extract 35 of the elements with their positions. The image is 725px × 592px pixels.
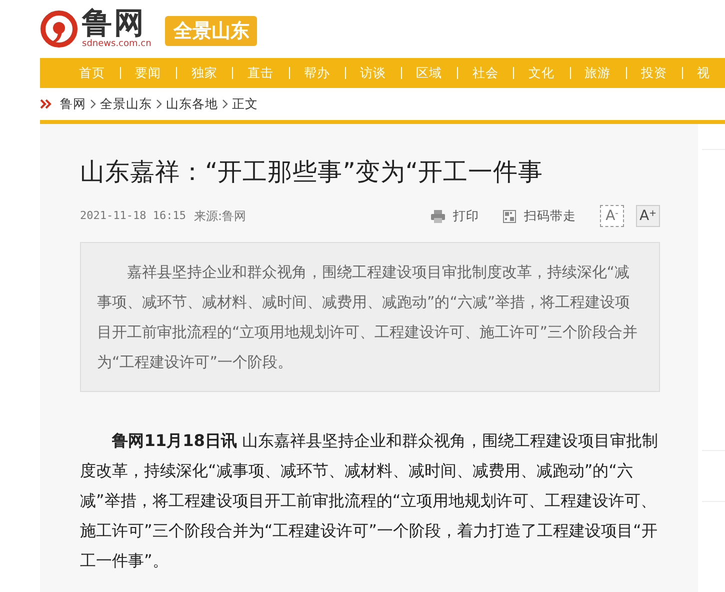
- nav-link[interactable]: 区域: [401, 58, 458, 88]
- summary-text: 嘉祥县坚持企业和群众视角，围绕工程建设项目审批制度改革，持续深化“减事项、减环节、减材料、减时间、减费用、减跑动”的“六减”举措，将工程建设项目开工前审批流程的“立项用地规划许可、工程建设许可、施工许可”三个阶段合并为“工程建设许可”一个阶段。: [80, 242, 660, 392]
- chevron-right-icon: [222, 99, 228, 109]
- nav-link[interactable]: 首页: [64, 58, 120, 88]
- printer-icon: [431, 210, 445, 222]
- nav-link[interactable]: 访谈: [344, 58, 401, 88]
- qr-code-icon: [503, 210, 516, 222]
- chevron-right-icon: [90, 99, 96, 109]
- breadcrumb-current: 正文: [232, 94, 258, 113]
- tool-link[interactable]: 打印: [453, 206, 479, 226]
- publish-date: 2021-11-18 16:15: [80, 208, 186, 224]
- logo-icon: [40, 10, 78, 48]
- nav-link[interactable]: 文化: [514, 58, 570, 88]
- increase-font-button[interactable]: A$^{+}$: [636, 205, 660, 227]
- decrease-font-button[interactable]: A$^{-}$: [600, 205, 624, 227]
- logo-text: 鲁网: [82, 9, 146, 39]
- source-label: 来源:鲁网: [194, 208, 246, 225]
- nav-link[interactable]: 帮办: [288, 58, 345, 88]
- breadcrumb-link[interactable]: 山东各地: [166, 94, 218, 114]
- logo-domain: sdnews.com.cn: [82, 39, 152, 49]
- chevron-icon: [40, 99, 52, 109]
- nav-link[interactable]: 社会: [457, 58, 514, 88]
- nav-link[interactable]: 直击: [232, 58, 289, 88]
- breadcrumb-link[interactable]: 全景山东: [100, 94, 152, 114]
- breadcrumb-link[interactable]: 鲁网: [60, 94, 86, 114]
- nav-link[interactable]: 视: [682, 58, 725, 88]
- chevron-right-icon: [156, 99, 162, 109]
- nav-link[interactable]: 投资: [626, 58, 682, 88]
- tool-link[interactable]: 扫码带走: [524, 206, 576, 226]
- article-title: 山东嘉祥：“开工那些事”变为“开工一件事: [80, 156, 544, 188]
- nav-link[interactable]: 旅游: [570, 58, 626, 88]
- channel-badge: 全景山东: [165, 16, 258, 46]
- article-paragraph: 鲁网11月18日讯 山东嘉祥县坚持企业和群众视角，围绕工程建设项目审批制度改革，持续深化“减事项、减环节、减材料、减时间、减费用、减跑动”的“六减”举措，将工程建设项目开工前审批流程的“立项用地规划许可、工程建设许可、施工许可”三个阶段合并为“工程建设许可”一个阶段，着力打造了工程建设项目“开工一件事”。: [80, 430, 660, 572]
- nav-link[interactable]: 独家: [176, 58, 232, 88]
- nav-link[interactable]: 要闻: [120, 58, 176, 88]
